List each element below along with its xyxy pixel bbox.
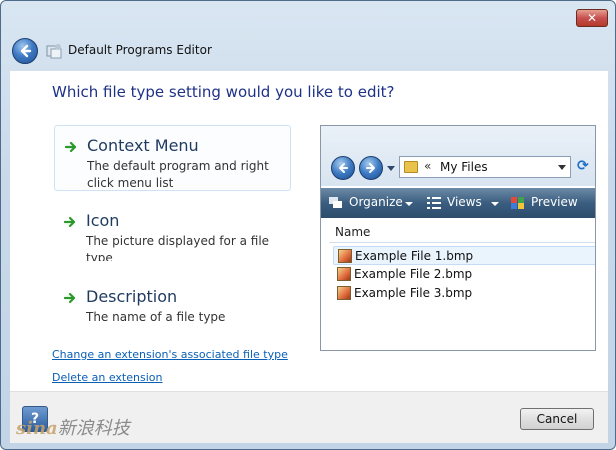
window-title: Default Programs Editor	[68, 43, 212, 57]
bitmap-file-icon	[338, 249, 352, 263]
back-arrow-icon	[339, 163, 348, 173]
file-name: Example File 1.bmp	[355, 249, 474, 263]
folder-icon	[404, 161, 418, 173]
file-row: Example File 1.bmp	[333, 246, 595, 265]
option-title: Description	[86, 287, 178, 306]
chevron-down-icon	[558, 165, 566, 170]
file-name: Example File 2.bmp	[354, 267, 473, 281]
option-title: Context Menu	[87, 136, 199, 155]
watermark-text: 新浪科技	[57, 418, 130, 439]
option-description-text: The name of a file type	[86, 310, 226, 324]
forward-arrow-icon	[366, 163, 375, 173]
address-separator: «	[424, 159, 432, 173]
history-dropdown-icon	[387, 166, 395, 171]
cancel-button[interactable]: Cancel	[520, 408, 594, 430]
option-description[interactable]: Description The name of a file type	[54, 277, 291, 343]
preview-icon	[511, 197, 524, 209]
views-menu: Views	[447, 195, 482, 209]
green-arrow-icon	[64, 292, 76, 304]
views-icon	[427, 197, 441, 209]
preview-menu: Preview	[531, 195, 578, 209]
green-arrow-icon	[64, 216, 76, 228]
bitmap-file-icon	[337, 267, 351, 281]
option-title: Icon	[86, 211, 120, 230]
column-header-label: Name	[335, 225, 371, 239]
footer: ? sina新浪科技 Cancel	[10, 391, 608, 443]
back-button[interactable]	[12, 38, 38, 64]
preview-toolbar: Organize Views Preview	[321, 188, 595, 218]
column-header-name: Name	[329, 223, 595, 243]
chevron-down-icon	[405, 202, 413, 206]
main-content: Which file type setting would you like t…	[10, 71, 608, 391]
option-context-menu[interactable]: Context Menu The default program and rig…	[54, 125, 291, 191]
page-heading: Which file type setting would you like t…	[52, 83, 395, 101]
option-description: The picture displayed for a file type	[86, 234, 270, 261]
delete-extension-link[interactable]: Delete an extension	[52, 371, 162, 384]
back-arrow-icon	[20, 44, 32, 58]
refresh-icon: ⟳	[577, 158, 589, 174]
chevron-down-icon	[491, 202, 499, 206]
preview-back-button	[331, 156, 355, 180]
preview-forward-button	[359, 156, 383, 180]
bitmap-file-icon	[337, 286, 351, 300]
address-bar-area: « My Files ⟳	[321, 126, 595, 186]
title-bar: Default Programs Editor	[9, 31, 609, 71]
explorer-preview: « My Files ⟳ Organize Views Preview Name…	[320, 125, 596, 351]
address-field: « My Files	[399, 156, 571, 178]
address-text: My Files	[440, 160, 488, 174]
option-icon[interactable]: Icon The picture displayed for a file ty…	[54, 201, 291, 267]
close-button[interactable]: ✕	[576, 9, 608, 27]
organize-menu: Organize	[349, 195, 403, 209]
watermark-brand: sina	[16, 418, 58, 439]
organize-icon	[329, 197, 342, 208]
default-programs-icon	[46, 44, 62, 59]
window-frame: ✕ Default Programs Editor Which file typ…	[0, 0, 616, 450]
sina-watermark: sina新浪科技	[16, 414, 130, 440]
file-row: Example File 3.bmp	[333, 284, 595, 303]
green-arrow-icon	[65, 141, 77, 153]
file-name: Example File 3.bmp	[354, 286, 473, 300]
file-row: Example File 2.bmp	[333, 265, 595, 284]
change-extension-link[interactable]: Change an extension's associated file ty…	[52, 348, 288, 361]
option-description: The default program and right click menu…	[87, 159, 269, 190]
